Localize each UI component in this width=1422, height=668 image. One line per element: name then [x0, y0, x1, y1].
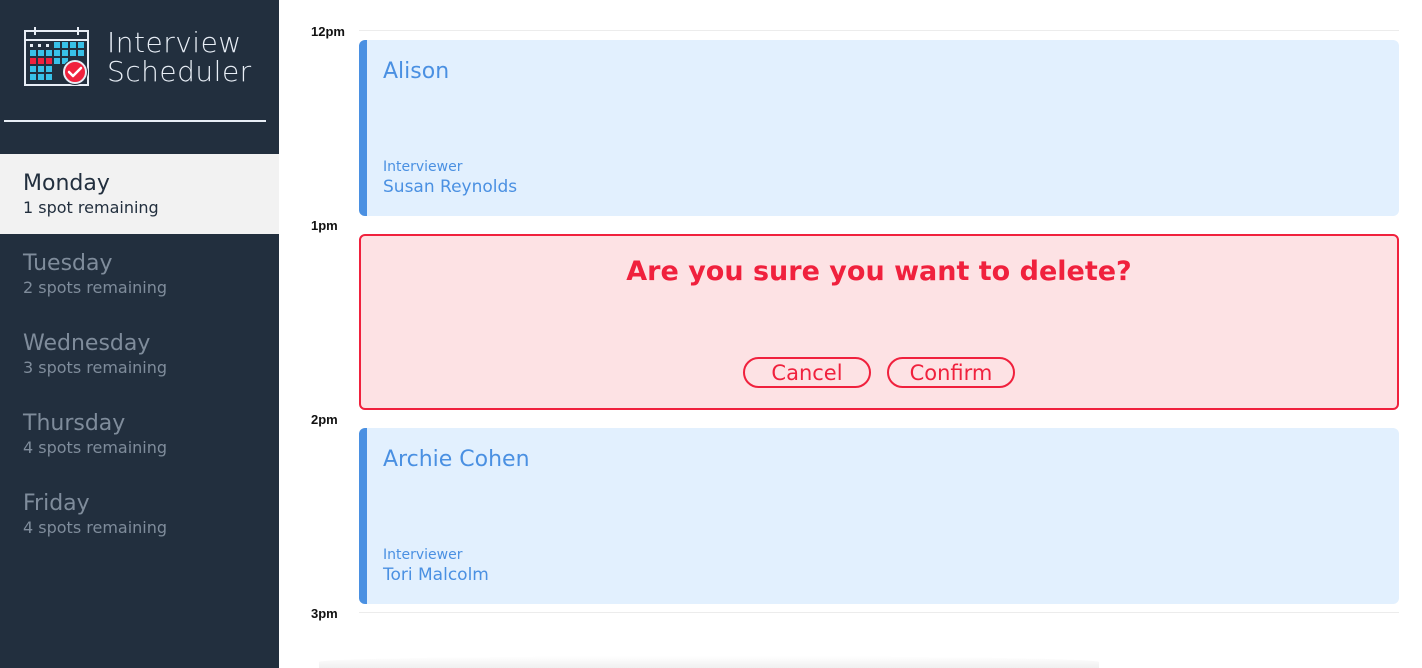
sidebar: Interview Scheduler Monday 1 spot remain…	[0, 0, 279, 668]
bottom-shadow	[319, 656, 1099, 668]
confirm-message: Are you sure you want to delete?	[626, 256, 1132, 287]
brand: Interview Scheduler	[0, 0, 279, 122]
delete-confirmation: Are you sure you want to delete? Cancel …	[359, 234, 1399, 410]
time-label: 12pm	[311, 24, 345, 39]
day-list: Monday 1 spot remaining Tuesday 2 spots …	[0, 154, 279, 554]
day-name: Friday	[23, 491, 90, 516]
time-label: 1pm	[311, 218, 338, 233]
day-name: Thursday	[23, 411, 126, 436]
day-spots: 2 spots remaining	[23, 278, 168, 297]
day-name: Monday	[23, 171, 110, 196]
day-spots: 1 spot remaining	[23, 198, 159, 217]
app-title-line1: Interview	[107, 26, 242, 59]
day-name: Tuesday	[23, 251, 113, 276]
time-divider	[359, 612, 1399, 613]
day-spots: 4 spots remaining	[23, 518, 168, 537]
interviewer-name: Susan Reynolds	[383, 177, 518, 197]
day-item-monday[interactable]: Monday 1 spot remaining	[0, 154, 279, 234]
day-item-friday[interactable]: Friday 4 spots remaining	[0, 474, 279, 554]
day-item-wednesday[interactable]: Wednesday 3 spots remaining	[0, 314, 279, 394]
day-spots: 3 spots remaining	[23, 358, 168, 377]
day-spots: 4 spots remaining	[23, 438, 168, 457]
day-name: Wednesday	[23, 331, 151, 356]
confirm-button[interactable]: Confirm	[887, 357, 1015, 388]
time-label: 3pm	[311, 606, 338, 621]
appointment-card[interactable]: Alison Interviewer Susan Reynolds	[359, 40, 1399, 216]
interviewer-label: Interviewer	[383, 547, 463, 563]
student-name: Alison	[383, 59, 450, 84]
schedule: 12pm Alison Interviewer Susan Reynolds 1…	[279, 0, 1422, 668]
appointment-card[interactable]: Archie Cohen Interviewer Tori Malcolm	[359, 428, 1399, 604]
sidebar-divider	[4, 120, 266, 122]
app-title: Interview Scheduler	[107, 28, 252, 86]
time-divider	[359, 30, 1399, 31]
day-item-tuesday[interactable]: Tuesday 2 spots remaining	[0, 234, 279, 314]
interviewer-name: Tori Malcolm	[383, 565, 489, 585]
app-title-line2: Scheduler	[107, 55, 252, 88]
student-name: Archie Cohen	[383, 447, 530, 472]
interviewer-label: Interviewer	[383, 159, 463, 175]
calendar-check-icon	[24, 26, 92, 88]
cancel-button[interactable]: Cancel	[743, 357, 871, 388]
day-item-thursday[interactable]: Thursday 4 spots remaining	[0, 394, 279, 474]
time-label: 2pm	[311, 412, 338, 427]
